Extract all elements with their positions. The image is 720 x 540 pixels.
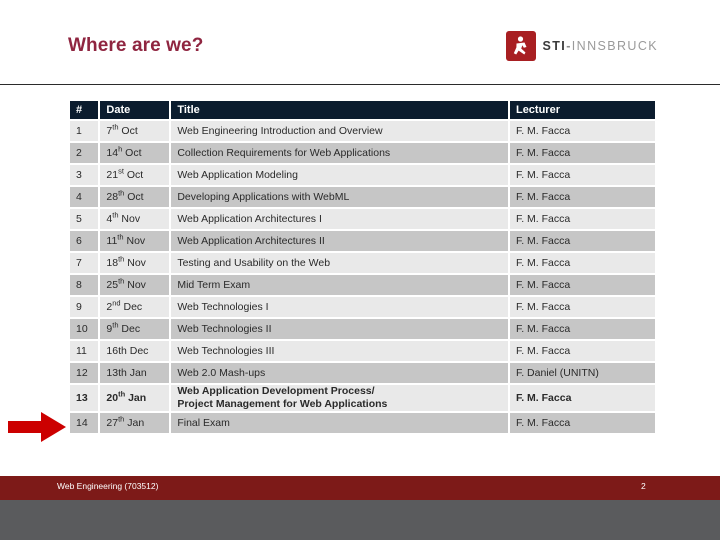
cell-date: 13th Jan: [100, 363, 170, 383]
table-row: 9 2nd Dec Web Technologies I F. M. Facca: [70, 297, 655, 317]
column-header-number: #: [70, 101, 99, 119]
table-row: 13 20th Jan Web Application Development Pr…: [70, 385, 655, 411]
table-row: 3 21st Oct Web Application Modeling F. M. F…: [70, 165, 655, 185]
cell-number: 13: [70, 385, 99, 411]
footer-page-number: 2: [641, 481, 646, 491]
page-title: Where are we?: [68, 35, 204, 56]
cell-lecturer: F. M. Facca: [509, 209, 655, 229]
cell-title: Testing and Usability on the Web: [171, 253, 508, 273]
table-row: 2 14h Oct Collection Requirements for Web …: [70, 143, 655, 163]
cell-number: 12: [70, 363, 99, 383]
table-row: 4 28th Oct Developing Applications with We…: [70, 187, 655, 207]
cell-number: 10: [70, 319, 99, 339]
cell-number: 14: [70, 413, 99, 433]
column-header-title: Title: [171, 101, 508, 119]
cell-date: 25th Nov: [100, 275, 170, 295]
cell-title: Developing Applications with WebML: [171, 187, 508, 207]
cell-lecturer: F. M. Facca: [509, 413, 655, 433]
schedule-body: 1 7th Oct Web Engineering Introduction and…: [70, 121, 655, 433]
table-header-row: # Date Title Lecturer: [70, 101, 655, 119]
table-row: 7 18th Nov Testing and Usability on the We…: [70, 253, 655, 273]
cell-title: Web Application Architectures II: [171, 231, 508, 251]
cell-date: 14h Oct: [100, 143, 170, 163]
cell-title: Mid Term Exam: [171, 275, 508, 295]
cell-title: Web Application Modeling: [171, 165, 508, 185]
cell-number: 11: [70, 341, 99, 361]
cell-lecturer: F. M. Facca: [509, 143, 655, 163]
column-header-date: Date: [100, 101, 170, 119]
schedule-table: # Date Title Lecturer 1 7th Oct Web Engine…: [68, 99, 657, 435]
cell-title: Web Technologies III: [171, 341, 508, 361]
footer-course-label: Web Engineering (703512): [57, 481, 159, 491]
slide-canvas: Where are we? STI-INNSBRUCK # Date Title: [0, 0, 720, 540]
table-row: 14 27th Jan Final Exam F. M. Facca: [70, 413, 655, 433]
cell-title: Web Application Architectures I: [171, 209, 508, 229]
cell-lecturer: F. M. Facca: [509, 319, 655, 339]
table-row: 6 11th Nov Web Application Architectures I…: [70, 231, 655, 251]
cell-title: Collection Requirements for Web Applicat…: [171, 143, 508, 163]
cell-date: 28th Oct: [100, 187, 170, 207]
table-row: 12 13th Jan Web 2.0 Mash-ups F. Daniel (UNI…: [70, 363, 655, 383]
cell-number: 1: [70, 121, 99, 141]
cell-lecturer: F. M. Facca: [509, 297, 655, 317]
table-row: 8 25th Nov Mid Term Exam F. M. Facca: [70, 275, 655, 295]
cell-number: 2: [70, 143, 99, 163]
sti-runner-logo-icon: [505, 31, 536, 61]
cell-number: 4: [70, 187, 99, 207]
cell-date: 4th Nov: [100, 209, 170, 229]
table-row: 5 4th Nov Web Application Architectures IF…: [70, 209, 655, 229]
brand-wordmark: STI-INNSBRUCK: [543, 40, 658, 53]
cell-lecturer: F. M. Facca: [509, 165, 655, 185]
cell-title: Web Application Development Process/Proj…: [171, 385, 508, 411]
table-row: 1 7th Oct Web Engineering Introduction and…: [70, 121, 655, 141]
cell-date: 9th Dec: [100, 319, 170, 339]
cell-number: 9: [70, 297, 99, 317]
cell-number: 8: [70, 275, 99, 295]
cell-title: Web Technologies II: [171, 319, 508, 339]
cell-date: 20th Jan: [100, 385, 170, 411]
table-row: 10 9th Dec Web Technologies II F. M. Facca: [70, 319, 655, 339]
cell-date: 7th Oct: [100, 121, 170, 141]
bottom-bar: [0, 500, 720, 540]
red-right-arrow-icon: [8, 412, 66, 442]
cell-title: Final Exam: [171, 413, 508, 433]
cell-date: 11th Nov: [100, 231, 170, 251]
brand-city: INNSBRUCK: [571, 38, 658, 53]
cell-date: 27th Jan: [100, 413, 170, 433]
cell-number: 3: [70, 165, 99, 185]
cell-title: Web Technologies I: [171, 297, 508, 317]
brand-name: STI: [542, 38, 567, 53]
cell-title: Web 2.0 Mash-ups: [171, 363, 508, 383]
cell-lecturer: F. M. Facca: [509, 341, 655, 361]
column-header-lecturer: Lecturer: [509, 101, 655, 119]
cell-lecturer: F. M. Facca: [509, 385, 655, 411]
cell-number: 5: [70, 209, 99, 229]
cell-lecturer: F. M. Facca: [509, 275, 655, 295]
table-row: 11 16th Dec Web Technologies III F. M. Facc…: [70, 341, 655, 361]
cell-title: Web Engineering Introduction and Overvie…: [171, 121, 508, 141]
cell-lecturer: F. M. Facca: [509, 253, 655, 273]
cell-date: 21st Oct: [100, 165, 170, 185]
cell-date: 18th Nov: [100, 253, 170, 273]
header-divider: [0, 84, 720, 85]
brand-logo: STI-INNSBRUCK: [505, 31, 658, 61]
cell-date: 2nd Dec: [100, 297, 170, 317]
cell-lecturer: F. Daniel (UNITN): [509, 363, 655, 383]
cell-lecturer: F. M. Facca: [509, 187, 655, 207]
cell-lecturer: F. M. Facca: [509, 231, 655, 251]
cell-date: 16th Dec: [100, 341, 170, 361]
cell-lecturer: F. M. Facca: [509, 121, 655, 141]
cell-number: 7: [70, 253, 99, 273]
cell-number: 6: [70, 231, 99, 251]
